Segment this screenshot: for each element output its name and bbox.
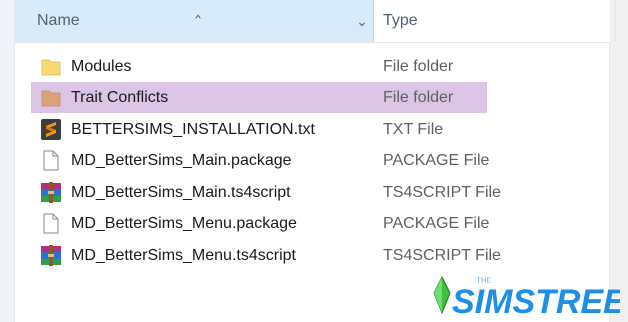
plumbob-icon xyxy=(433,275,451,315)
file-name: Trait Conflicts xyxy=(71,89,169,106)
simstree-watermark-logo: THE SIMSTREE xyxy=(433,275,620,317)
type-column-header[interactable]: Type xyxy=(383,12,418,30)
file-name: MD_BetterSims_Menu.package xyxy=(71,215,297,232)
file-name: MD_BetterSims_Main.ts4script xyxy=(71,184,291,201)
file-row-menu-package[interactable]: MD_BetterSims_Menu.package PACKAGE File xyxy=(31,208,490,239)
file-row-menu-ts4script[interactable]: MD_BetterSims_Menu.ts4script TS4SCRIPT F… xyxy=(31,240,501,271)
column-divider[interactable] xyxy=(615,0,616,42)
navigation-pane-edge xyxy=(0,0,15,322)
file-row-modules[interactable]: Modules File folder xyxy=(31,51,487,82)
file-name: MD_BetterSims_Menu.ts4script xyxy=(71,247,296,264)
file-type: PACKAGE File xyxy=(383,152,490,169)
file-row-main-package[interactable]: MD_BetterSims_Main.package PACKAGE File xyxy=(31,145,490,176)
file-type: TXT File xyxy=(383,121,444,138)
file-type: File folder xyxy=(383,58,454,75)
file-name: MD_BetterSims_Main.package xyxy=(71,152,292,169)
folder-icon xyxy=(41,90,61,107)
document-icon xyxy=(43,213,59,234)
file-row-main-ts4script[interactable]: MD_BetterSims_Main.ts4script TS4SCRIPT F… xyxy=(31,177,501,208)
chevron-down-icon[interactable]: ⌄ xyxy=(352,10,372,32)
name-column-label: Name xyxy=(37,12,80,29)
sublime-text-icon xyxy=(41,119,61,140)
column-header-bar: Name ‸ ⌄ Type xyxy=(15,0,616,43)
file-type: TS4SCRIPT File xyxy=(383,184,501,201)
file-row-installation-txt[interactable]: BETTERSIMS_INSTALLATION.txt TXT File xyxy=(31,114,487,145)
file-type: TS4SCRIPT File xyxy=(383,247,501,264)
winrar-archive-icon xyxy=(41,245,61,266)
document-icon xyxy=(43,150,59,171)
file-name: BETTERSIMS_INSTALLATION.txt xyxy=(71,121,315,138)
winrar-archive-icon xyxy=(41,182,61,203)
file-name: Modules xyxy=(71,58,132,75)
svg-text:SIMSTREE: SIMSTREE xyxy=(452,283,620,317)
name-column-header[interactable]: Name ‸ ⌄ xyxy=(15,0,374,42)
chevron-up-icon: ‸ xyxy=(195,0,202,18)
file-type: File folder xyxy=(383,89,454,106)
file-row-trait-conflicts[interactable]: Trait Conflicts File folder xyxy=(31,82,487,113)
file-type: PACKAGE File xyxy=(383,215,490,232)
folder-icon xyxy=(41,59,61,76)
